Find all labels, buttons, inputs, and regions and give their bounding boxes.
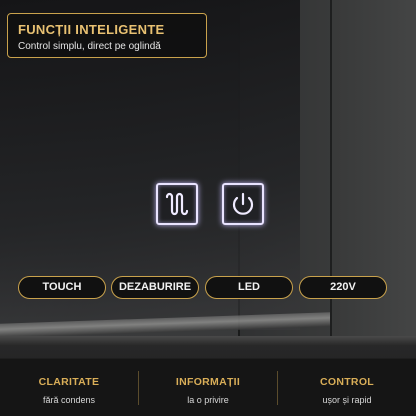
info-subtitle: la o privire (187, 395, 229, 405)
feature-pill-defog: DEZABURIRE (111, 276, 199, 299)
feature-pill-touch: TOUCH (18, 276, 106, 299)
info-item-claritate: CLARITATE fără condens (0, 359, 138, 416)
feature-pills: TOUCH DEZABURIRE LED 220V (18, 276, 398, 300)
info-bar: CLARITATE fără condens INFORMAȚII la o p… (0, 358, 416, 416)
header-subtitle: Control simplu, direct pe oglindă (18, 41, 161, 52)
power-icon (232, 192, 254, 215)
feature-pill-voltage: 220V (299, 276, 387, 299)
shelf (0, 336, 416, 346)
info-item-informatii: INFORMAȚII la o privire (139, 359, 277, 416)
power-touch-button[interactable] (222, 183, 264, 225)
product-feature-image: FUNCȚII INTELIGENTE Control simplu, dire… (0, 0, 416, 416)
header-title: FUNCȚII INTELIGENTE (18, 22, 165, 37)
info-title: CONTROL (319, 376, 374, 388)
info-subtitle: ușor și rapid (322, 395, 372, 405)
info-title: INFORMAȚII (175, 376, 241, 388)
defog-touch-button[interactable] (156, 183, 198, 225)
info-subtitle: fără condens (42, 395, 96, 405)
defog-icon (165, 192, 189, 216)
info-title: CLARITATE (38, 376, 100, 388)
header-card: FUNCȚII INTELIGENTE Control simplu, dire… (7, 13, 207, 58)
info-item-control: CONTROL ușor și rapid (278, 359, 416, 416)
feature-pill-led: LED (205, 276, 293, 299)
